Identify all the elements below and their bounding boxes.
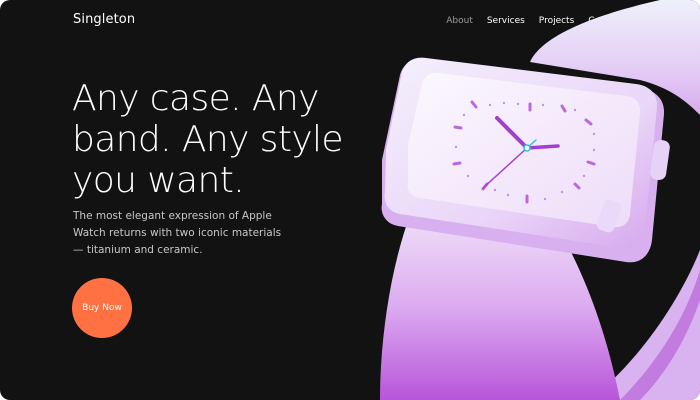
smartwatch-illustration bbox=[380, 0, 700, 400]
brand-logo[interactable]: Singleton bbox=[73, 12, 135, 27]
hero-headline: Any case. Any band. Any style you want. bbox=[72, 78, 344, 201]
hero-page: Singleton About Services Projects Contac… bbox=[0, 0, 700, 400]
buy-now-button[interactable]: Buy Now bbox=[72, 278, 132, 338]
hero-subtitle: The most elegant expression of Apple Wat… bbox=[73, 210, 282, 256]
